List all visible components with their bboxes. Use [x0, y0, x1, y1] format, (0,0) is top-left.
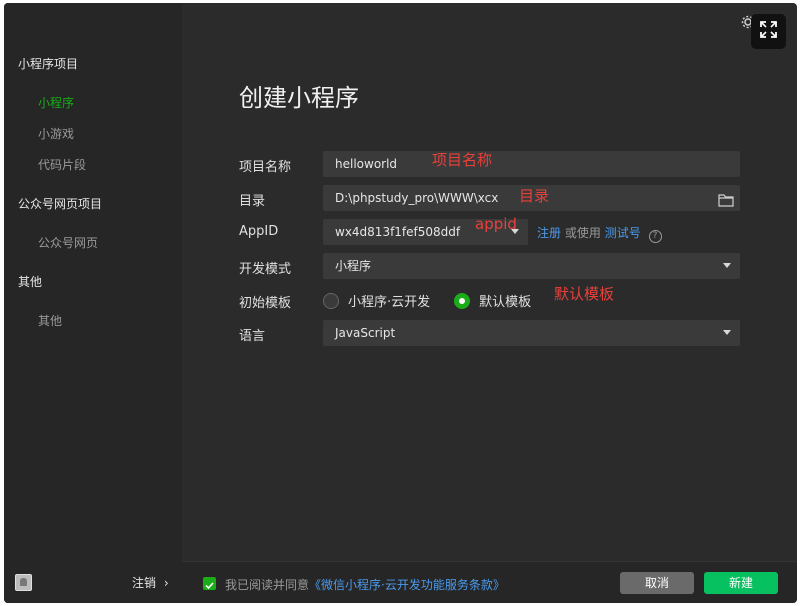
- annotation-directory: 目录: [519, 187, 550, 205]
- caret-down-icon: [723, 330, 731, 335]
- cancel-button[interactable]: 取消: [620, 572, 694, 594]
- sidebar-group-official-web: 公众号网页项目: [18, 197, 103, 211]
- dev-mode-label: 开发模式: [239, 262, 292, 277]
- sidebar-group-other: 其他: [18, 275, 43, 289]
- test-account-link[interactable]: 测试号: [605, 226, 641, 240]
- avatar[interactable]: [15, 574, 32, 591]
- agree-prefix: 我已阅读并同意: [225, 578, 310, 592]
- directory-value: D:\phpstudy_pro\WWW\xcx: [335, 191, 499, 205]
- directory-label: 目录: [239, 194, 266, 209]
- language-select[interactable]: JavaScript: [323, 320, 740, 346]
- sidebar-item-miniprogram[interactable]: 小程序: [38, 94, 74, 111]
- footer-bar: 我已阅读并同意《微信小程序·云开发功能服务条款》 取消 新建: [182, 561, 797, 603]
- radio-default[interactable]: [454, 292, 471, 309]
- language-value: JavaScript: [335, 326, 396, 340]
- dev-mode-value: 小程序: [335, 259, 372, 273]
- sidebar-item-minigame[interactable]: 小游戏: [38, 125, 74, 142]
- fullscreen-button[interactable]: [751, 14, 786, 49]
- sidebar-group-miniprogram: 小程序项目: [18, 57, 79, 71]
- project-name-input[interactable]: helloworld: [323, 151, 740, 177]
- agree-text: 我已阅读并同意《微信小程序·云开发功能服务条款》: [225, 576, 505, 593]
- annotation-template: 默认模板: [554, 285, 615, 303]
- expand-icon: [760, 21, 777, 42]
- annotation-appid: appid: [475, 215, 517, 233]
- radio-cloud-label[interactable]: 小程序·云开发: [348, 291, 430, 310]
- logout-label: 注销: [132, 576, 157, 590]
- create-button[interactable]: 新建: [704, 572, 778, 594]
- logout-button[interactable]: 注销 ›: [132, 574, 169, 591]
- chevron-right-icon: ›: [163, 576, 169, 590]
- project-name-value: helloworld: [335, 157, 398, 171]
- caret-down-icon: [723, 263, 731, 268]
- create-project-window: 小程序项目 小程序 小游戏 代码片段 公众号网页项目 公众号网页 其他 其他 注…: [4, 3, 797, 603]
- sidebar: 小程序项目 小程序 小游戏 代码片段 公众号网页项目 公众号网页 其他 其他 注…: [4, 3, 182, 603]
- template-radio-group: 小程序·云开发 默认模板: [323, 291, 531, 310]
- page-title: 创建小程序: [239, 84, 359, 112]
- sidebar-item-code-snippet[interactable]: 代码片段: [38, 156, 86, 173]
- appid-links: 注册 或使用 测试号 ?: [537, 224, 662, 243]
- or-use-text: 或使用: [564, 226, 601, 240]
- project-name-label: 项目名称: [239, 160, 292, 175]
- folder-icon[interactable]: [718, 190, 734, 216]
- appid-label: AppID: [239, 224, 279, 239]
- appid-value: wx4d813f1fef508ddf: [335, 225, 461, 239]
- radio-default-label[interactable]: 默认模板: [479, 291, 531, 310]
- annotation-project-name: 项目名称: [432, 151, 493, 169]
- language-label: 语言: [239, 329, 266, 344]
- radio-cloud[interactable]: [323, 292, 339, 309]
- help-icon[interactable]: ?: [648, 230, 662, 243]
- terms-link[interactable]: 《微信小程序·云开发功能服务条款》: [309, 578, 505, 592]
- dev-mode-select[interactable]: 小程序: [323, 253, 740, 279]
- template-label: 初始模板: [239, 296, 292, 311]
- main-panel: 创建小程序 项目名称 helloworld 项目名称 目录 D:\phpstud…: [182, 3, 797, 603]
- sidebar-item-official-web[interactable]: 公众号网页: [38, 234, 98, 251]
- agree-checkbox[interactable]: [203, 577, 216, 590]
- register-link[interactable]: 注册: [537, 226, 561, 240]
- sidebar-item-other[interactable]: 其他: [38, 312, 62, 329]
